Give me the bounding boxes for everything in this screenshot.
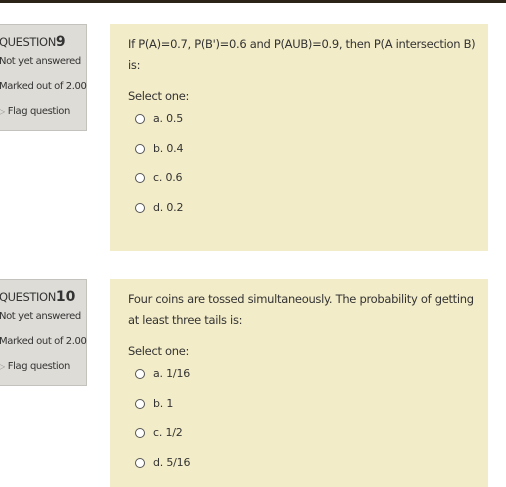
answer-option[interactable]: c. 0.6 (128, 171, 476, 201)
answer-option[interactable]: a. 1/16 (128, 367, 476, 397)
radio-button[interactable] (135, 114, 145, 124)
answer-option-label[interactable]: b. 0.4 (153, 142, 183, 156)
question-state: Not yet answered (0, 311, 81, 322)
question-text: If P(A)=0.7, P(B')=0.6 and P(AUB)=0.9, t… (128, 37, 476, 72)
answer-option[interactable]: c. 1/2 (128, 426, 476, 456)
answer-option-label[interactable]: b. 1 (153, 397, 173, 411)
flag-icon[interactable]: ▷ (0, 105, 5, 119)
question-number: QUESTION9 (0, 33, 86, 55)
question-state: Not yet answered (0, 56, 81, 67)
question-content: Four coins are tossed simultaneously. Th… (110, 279, 488, 487)
radio-button[interactable] (135, 398, 145, 409)
question-grade: Marked out of 2.00 (0, 336, 87, 347)
answer-option-label[interactable]: c. 1/2 (153, 426, 183, 440)
question-info-panel: QUESTION9 Not yet answered Marked out of… (0, 24, 87, 131)
question-number-value: 10 (55, 289, 76, 305)
answer-option-label[interactable]: d. 5/16 (153, 456, 190, 470)
question-grade: Marked out of 2.00 (0, 81, 87, 92)
question-number-value: 9 (55, 34, 66, 50)
answer-option[interactable]: a. 0.5 (128, 112, 476, 142)
question-info-panel: QUESTION10 Not yet answered Marked out o… (0, 279, 87, 386)
flag-question-label[interactable]: Flag question (8, 106, 71, 117)
question-label: QUESTION (0, 35, 56, 49)
select-prompt: Select one: (128, 89, 190, 103)
answer-option-label[interactable]: a. 0.5 (153, 112, 183, 126)
question-text: Four coins are tossed simultaneously. Th… (128, 292, 474, 327)
answer-option-label[interactable]: d. 0.2 (153, 201, 183, 215)
answer-option-label[interactable]: c. 0.6 (153, 171, 183, 185)
radio-button[interactable] (135, 369, 145, 379)
radio-button[interactable] (135, 173, 145, 183)
flag-question-link[interactable]: ▷ Flag question (0, 105, 86, 119)
answer-option[interactable]: d. 5/16 (128, 456, 476, 486)
answer-option[interactable]: d. 0.2 (128, 201, 476, 231)
radio-button[interactable] (135, 202, 145, 213)
question-label: QUESTION (0, 290, 56, 304)
answer-option-label[interactable]: a. 1/16 (153, 367, 190, 381)
radio-button[interactable] (135, 143, 145, 154)
radio-button[interactable] (135, 428, 145, 438)
radio-button[interactable] (135, 457, 145, 468)
question-content: If P(A)=0.7, P(B')=0.6 and P(AUB)=0.9, t… (110, 24, 488, 251)
top-bar (0, 0, 506, 3)
flag-icon[interactable]: ▷ (0, 360, 5, 374)
flag-question-link[interactable]: ▷ Flag question (0, 360, 86, 374)
flag-question-label[interactable]: Flag question (8, 361, 71, 372)
select-prompt: Select one: (128, 344, 190, 358)
answer-option[interactable]: b. 0.4 (128, 142, 476, 172)
question-number: QUESTION10 (0, 288, 86, 310)
answer-option[interactable]: b. 1 (128, 397, 476, 427)
